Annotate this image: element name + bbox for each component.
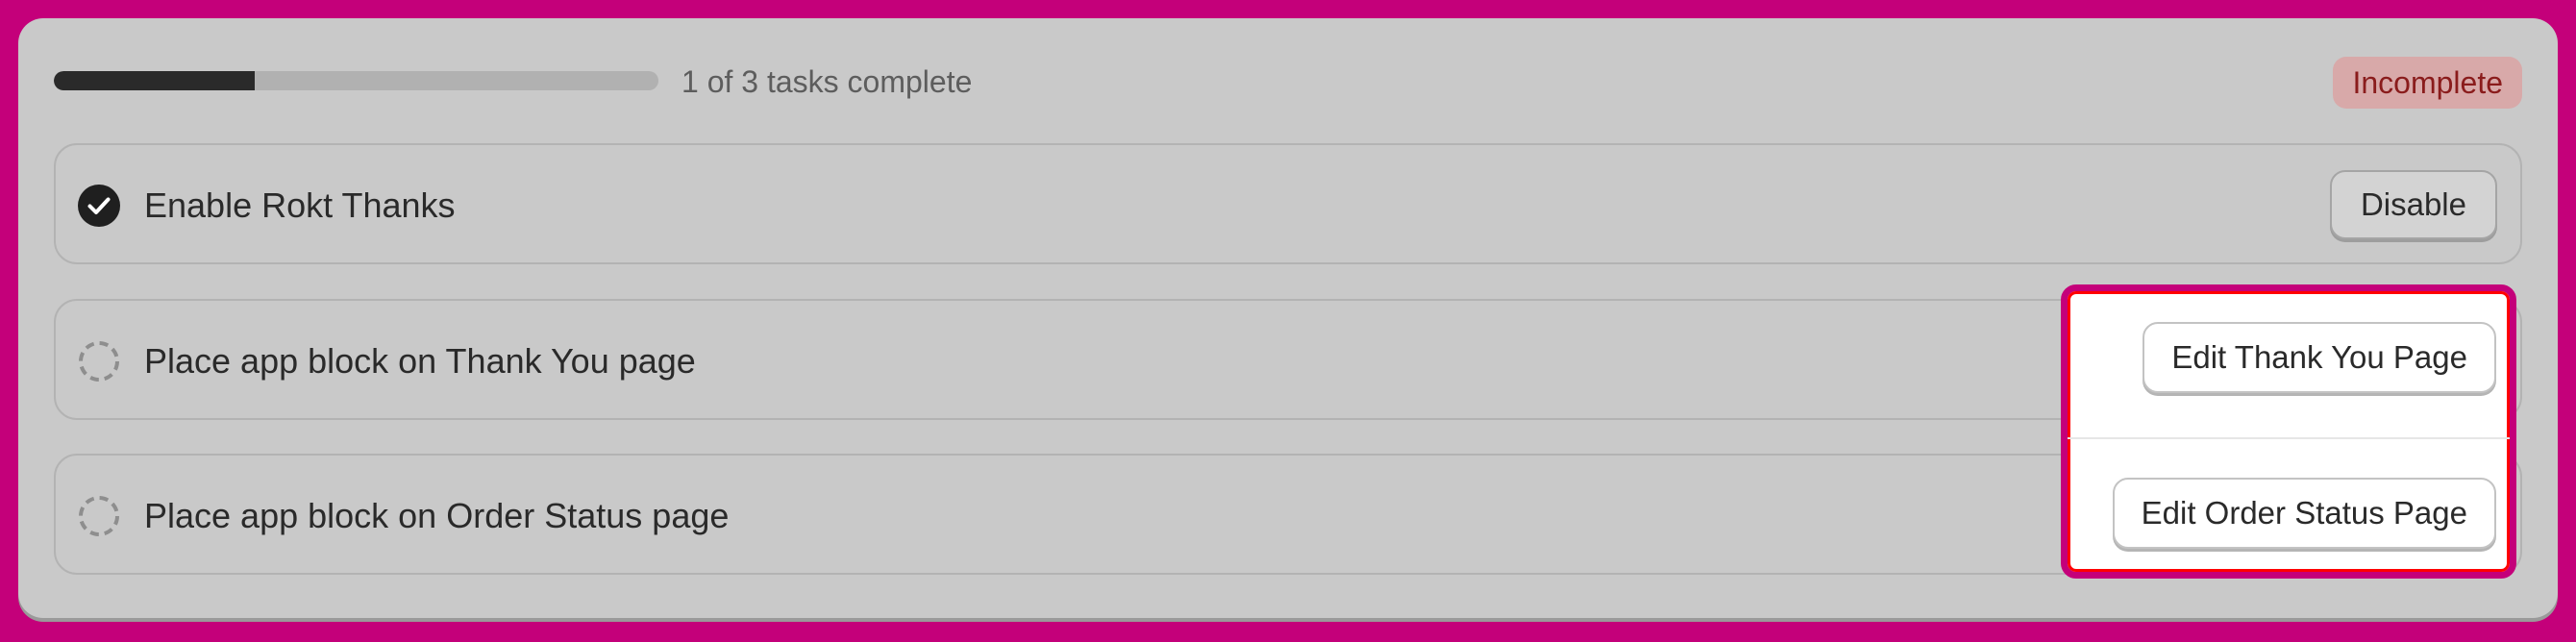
status-badge: Incomplete bbox=[2333, 57, 2522, 109]
dashed-circle-icon bbox=[77, 494, 121, 538]
task-label: Place app block on Thank You page bbox=[144, 341, 696, 381]
highlighted-actions-region: Edit Thank You Page Edit Order Status Pa… bbox=[2061, 284, 2516, 579]
task-label: Place app block on Order Status page bbox=[144, 496, 730, 535]
disable-button[interactable]: Disable bbox=[2329, 170, 2497, 239]
edit-order-status-page-button[interactable]: Edit Order Status Page bbox=[2112, 478, 2496, 549]
progress-bar bbox=[54, 71, 658, 90]
task-row-enable-rokt-thanks: Enable Rokt Thanks Disable bbox=[54, 143, 2522, 264]
check-circle-icon bbox=[77, 184, 121, 228]
dashed-circle-icon bbox=[77, 339, 121, 383]
progress-text: 1 of 3 tasks complete bbox=[681, 64, 973, 99]
task-label: Enable Rokt Thanks bbox=[144, 185, 456, 225]
edit-thank-you-page-button[interactable]: Edit Thank You Page bbox=[2143, 322, 2496, 393]
divider bbox=[2068, 437, 2510, 439]
progress-bar-fill bbox=[54, 71, 256, 90]
